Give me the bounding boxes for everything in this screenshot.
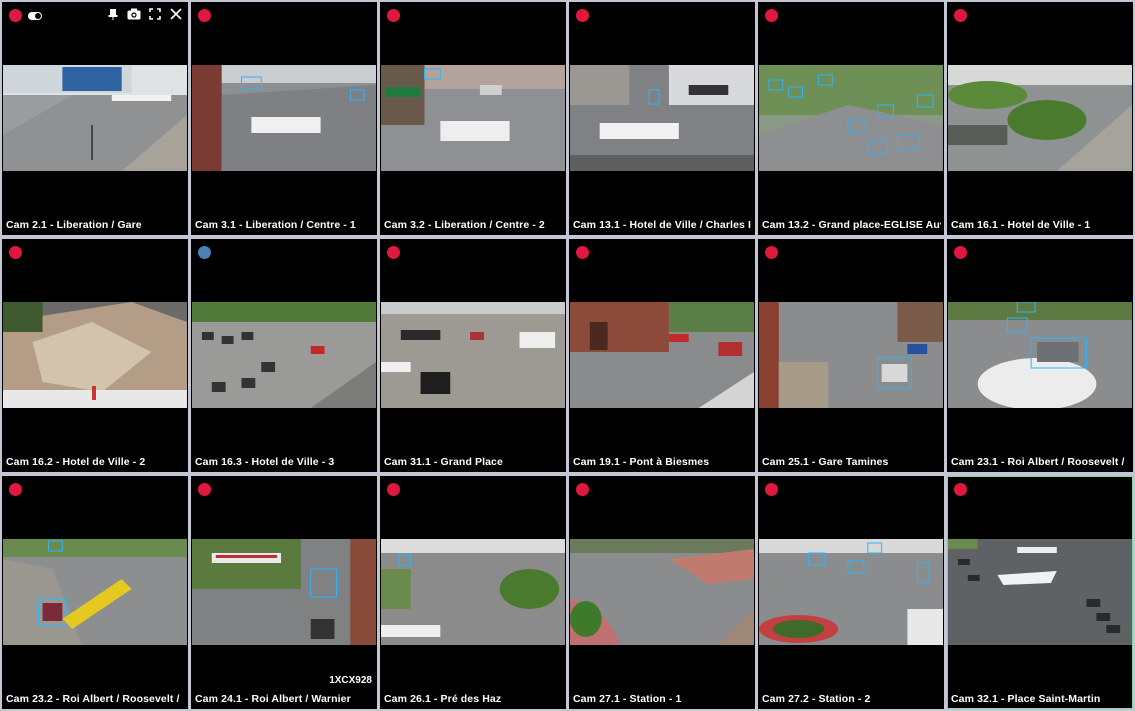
video-feed — [759, 539, 943, 645]
recording-indicator — [198, 246, 211, 259]
plate-overlay: 1XCX928 — [329, 675, 372, 686]
recording-indicator — [387, 246, 400, 259]
recording-indicator — [9, 246, 22, 259]
camera-label: Cam 24.1 - Roi Albert / Warnier — [195, 693, 351, 705]
video-feed — [3, 539, 187, 645]
camera-tile[interactable]: Cam 2.1 - Liberation / Gare — [2, 2, 188, 235]
video-feed — [381, 539, 565, 645]
video-feed — [192, 65, 376, 171]
camera-label: Cam 23.1 - Roi Albert / Roosevelt / — [951, 456, 1125, 468]
recording-indicator — [198, 483, 211, 496]
camera-label: Cam 13.2 - Grand place-EGLISE Auv — [762, 219, 941, 231]
camera-icon[interactable] — [127, 7, 141, 21]
camera-tile[interactable]: Cam 27.1 - Station - 1 — [569, 476, 755, 709]
toggle-icon[interactable] — [28, 12, 42, 20]
camera-label: Cam 2.1 - Liberation / Gare — [6, 219, 142, 231]
recording-indicator — [954, 483, 967, 496]
camera-label: Cam 16.3 - Hotel de Ville - 3 — [195, 456, 335, 468]
close-icon[interactable] — [169, 7, 183, 21]
camera-tile[interactable]: Cam 3.2 - Liberation / Centre - 2 — [380, 2, 566, 235]
camera-tile[interactable]: Cam 16.1 - Hotel de Ville - 1 — [947, 2, 1133, 235]
recording-indicator — [9, 483, 22, 496]
camera-label: Cam 16.1 - Hotel de Ville - 1 — [951, 219, 1091, 231]
camera-label: Cam 16.2 - Hotel de Ville - 2 — [6, 456, 146, 468]
camera-label: Cam 23.2 - Roi Albert / Roosevelt / — [6, 693, 180, 705]
video-feed — [3, 302, 187, 408]
recording-indicator — [576, 483, 589, 496]
tile-toolbar — [106, 7, 183, 21]
recording-indicator — [9, 9, 22, 22]
camera-tile[interactable]: Cam 31.1 - Grand Place — [380, 239, 566, 472]
camera-label: Cam 25.1 - Gare Tamines — [762, 456, 889, 468]
recording-indicator — [198, 9, 211, 22]
camera-tile[interactable]: Cam 13.1 - Hotel de Ville / Charles I — [569, 2, 755, 235]
camera-label: Cam 32.1 - Place Saint-Martin — [951, 693, 1101, 705]
video-feed — [948, 539, 1132, 645]
camera-label: Cam 13.1 - Hotel de Ville / Charles I — [573, 219, 751, 231]
recording-indicator — [576, 9, 589, 22]
camera-tile[interactable]: Cam 16.2 - Hotel de Ville - 2 — [2, 239, 188, 472]
recording-indicator — [387, 483, 400, 496]
recording-indicator — [387, 9, 400, 22]
camera-label: Cam 3.1 - Liberation / Centre - 1 — [195, 219, 356, 231]
video-feed — [948, 302, 1132, 408]
camera-tile[interactable]: Cam 13.2 - Grand place-EGLISE Auv — [758, 2, 944, 235]
recording-indicator — [954, 246, 967, 259]
recording-indicator — [954, 9, 967, 22]
video-feed — [381, 65, 565, 171]
camera-label: Cam 31.1 - Grand Place — [384, 456, 503, 468]
video-feed — [381, 302, 565, 408]
video-feed — [759, 65, 943, 171]
video-feed — [3, 65, 187, 171]
video-feed — [570, 302, 754, 408]
video-feed — [948, 65, 1132, 171]
recording-indicator — [765, 246, 778, 259]
video-feed — [570, 539, 754, 645]
fullscreen-icon[interactable] — [148, 7, 162, 21]
camera-label: Cam 27.1 - Station - 1 — [573, 693, 682, 705]
recording-indicator — [765, 9, 778, 22]
camera-tile[interactable]: Cam 26.1 - Pré des Haz — [380, 476, 566, 709]
camera-tile[interactable]: Cam 23.2 - Roi Albert / Roosevelt / — [2, 476, 188, 709]
camera-label: Cam 27.2 - Station - 2 — [762, 693, 871, 705]
camera-tile[interactable]: Cam 23.1 - Roi Albert / Roosevelt / — [947, 239, 1133, 472]
camera-tile[interactable]: Cam 27.2 - Station - 2 — [758, 476, 944, 709]
camera-tile-selected[interactable]: Cam 32.1 - Place Saint-Martin — [947, 476, 1133, 709]
camera-tile[interactable]: Cam 3.1 - Liberation / Centre - 1 — [191, 2, 377, 235]
camera-label: Cam 26.1 - Pré des Haz — [384, 693, 502, 705]
camera-tile[interactable]: Cam 19.1 - Pont à Biesmes — [569, 239, 755, 472]
video-feed — [570, 65, 754, 171]
recording-indicator — [576, 246, 589, 259]
video-feed — [192, 302, 376, 408]
pin-icon[interactable] — [106, 7, 120, 21]
camera-tile[interactable]: Cam 25.1 - Gare Tamines — [758, 239, 944, 472]
camera-grid: Cam 2.1 - Liberation / Gare Cam 3.1 - Li… — [2, 2, 1133, 709]
video-feed — [759, 302, 943, 408]
video-feed — [192, 539, 376, 645]
recording-indicator — [765, 483, 778, 496]
camera-label: Cam 19.1 - Pont à Biesmes — [573, 456, 710, 468]
camera-tile[interactable]: 1XCX928 Cam 24.1 - Roi Albert / Warnier — [191, 476, 377, 709]
camera-tile[interactable]: Cam 16.3 - Hotel de Ville - 3 — [191, 239, 377, 472]
camera-label: Cam 3.2 - Liberation / Centre - 2 — [384, 219, 545, 231]
